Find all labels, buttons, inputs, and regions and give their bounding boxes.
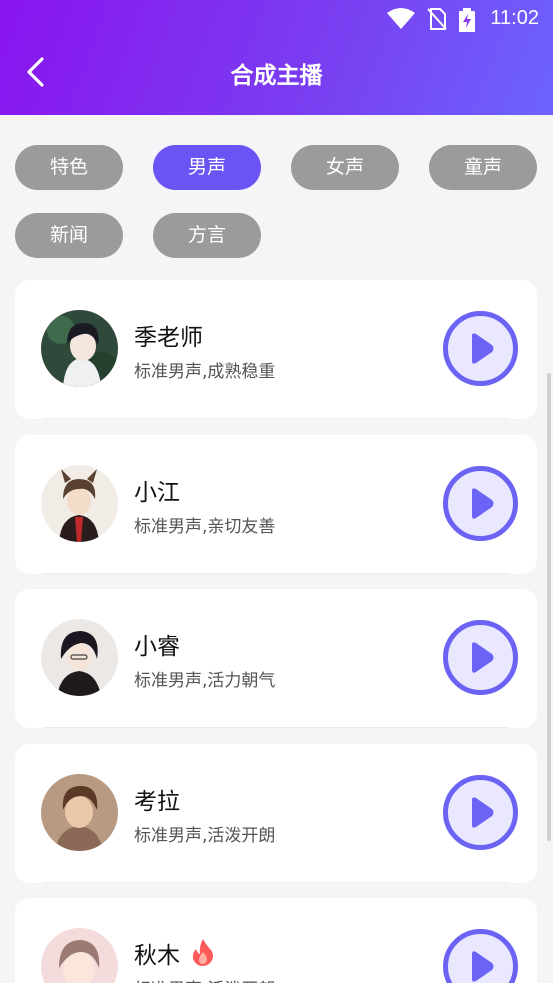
- voice-name: 小江: [134, 480, 180, 506]
- play-button[interactable]: [442, 465, 519, 542]
- voice-description: 标准男声,活泼开朗: [134, 975, 275, 983]
- scrollbar[interactable]: [547, 373, 551, 841]
- page-title: 合成主播: [230, 63, 323, 89]
- divider: [42, 573, 510, 574]
- voice-description: 标准男声,成熟稳重: [134, 362, 276, 382]
- avatar: [41, 928, 118, 983]
- fire-icon: [192, 939, 213, 966]
- voice-description: 标准男声,亲切友善: [134, 517, 276, 537]
- avatar: [41, 774, 118, 851]
- play-button[interactable]: [442, 928, 519, 983]
- play-button[interactable]: [442, 310, 519, 387]
- avatar: [41, 310, 118, 387]
- status-time: 11:02: [490, 7, 539, 29]
- voice-name: 季老师: [134, 325, 203, 351]
- voice-name: 考拉: [134, 789, 180, 815]
- tab-featured[interactable]: 特色: [15, 145, 123, 190]
- voice-description: 标准男声,活力朝气: [134, 671, 276, 691]
- avatar: [41, 465, 118, 542]
- no-sim-icon: [427, 8, 447, 30]
- tab-child-voice[interactable]: 童声: [429, 145, 537, 190]
- divider: [42, 727, 510, 728]
- play-button[interactable]: [442, 619, 519, 696]
- tab-dialect[interactable]: 方言: [153, 213, 261, 258]
- app-header: 11:02 合成主播: [0, 0, 553, 115]
- battery-icon: [459, 8, 475, 32]
- voice-card[interactable]: 考拉 标准男声,活泼开朗: [15, 744, 537, 883]
- voice-name: 秋木: [134, 943, 180, 969]
- divider: [42, 418, 510, 419]
- voice-card[interactable]: 季老师 标准男声,成熟稳重: [15, 280, 537, 419]
- avatar: [41, 619, 118, 696]
- tab-female-voice[interactable]: 女声: [291, 145, 399, 190]
- status-bar: 11:02: [0, 0, 553, 38]
- voice-card[interactable]: 小江 标准男声,亲切友善: [15, 435, 537, 574]
- voice-description: 标准男声,活泼开朗: [134, 826, 276, 846]
- voice-card[interactable]: 小睿 标准男声,活力朝气: [15, 589, 537, 728]
- divider: [42, 882, 510, 883]
- tab-male-voice[interactable]: 男声: [153, 145, 261, 190]
- play-button[interactable]: [442, 774, 519, 851]
- wifi-icon: [387, 8, 415, 29]
- voice-card[interactable]: 秋木 标准男声,活泼开朗: [15, 898, 537, 983]
- voice-name: 小睿: [134, 634, 180, 660]
- tab-news[interactable]: 新闻: [15, 213, 123, 258]
